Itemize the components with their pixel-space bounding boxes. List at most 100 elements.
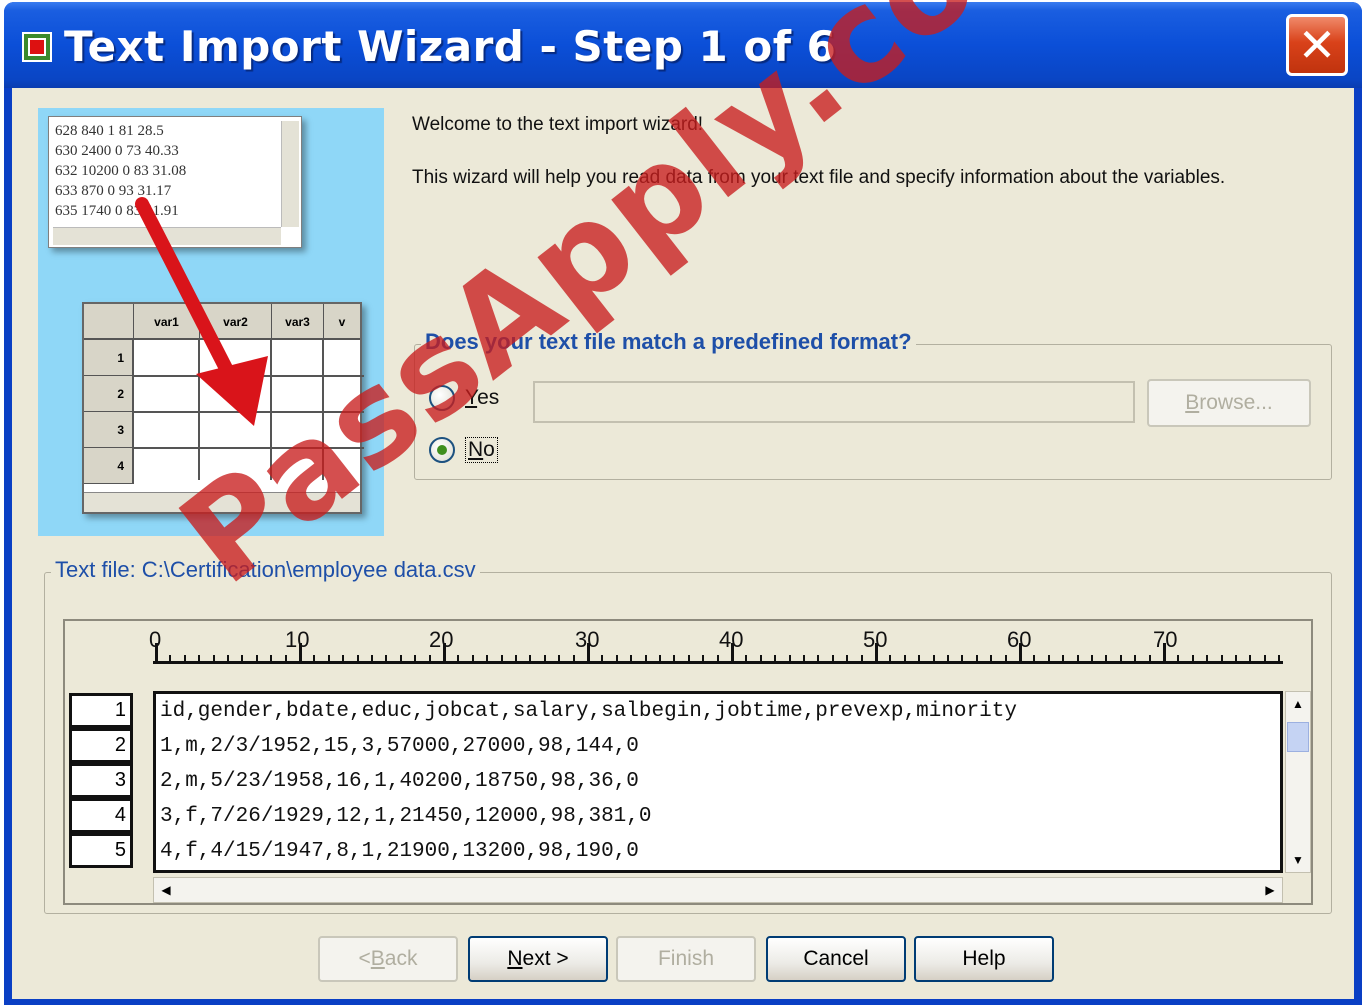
ruler-tick xyxy=(443,643,446,663)
text-data-line: 2,m,5/23/1958,16,1,40200,18750,98,36,0 xyxy=(160,770,639,793)
text-file-legend: Text file: C:\Certification\employee dat… xyxy=(51,557,480,583)
line-number: 3 xyxy=(69,763,133,798)
ruler-tick xyxy=(1119,655,1122,663)
ruler-tick xyxy=(543,655,546,663)
ruler-tick xyxy=(687,655,690,663)
ruler-tick xyxy=(414,655,417,663)
ruler-tick xyxy=(1062,655,1065,663)
ruler-tick xyxy=(399,655,402,663)
ruler-tick xyxy=(1206,655,1209,663)
preview-horizontal-scrollbar[interactable]: ◀ ▶ xyxy=(153,877,1283,903)
close-icon: ✕ xyxy=(1297,18,1337,72)
ruler-tick xyxy=(270,655,273,663)
cancel-button[interactable]: Cancel xyxy=(766,936,906,982)
ruler-tick xyxy=(1004,655,1007,663)
ruler-tick xyxy=(1235,655,1237,663)
finish-button[interactable]: Finish xyxy=(616,936,756,982)
ruler-tick xyxy=(169,655,172,663)
ruler-tick xyxy=(1076,655,1079,663)
ruler-tick xyxy=(702,655,705,663)
ruler-tick xyxy=(731,643,734,663)
scroll-up-arrow-icon[interactable]: ▲ xyxy=(1286,692,1310,716)
next-button[interactable]: Next > xyxy=(468,936,608,982)
text-data-line: id,gender,bdate,educ,jobcat,salary,salbe… xyxy=(160,700,1017,723)
ruler-tick xyxy=(227,655,229,663)
ruler-tick xyxy=(961,655,964,663)
text-data-area[interactable]: id,gender,bdate,educ,jobcat,salary,salbe… xyxy=(153,691,1283,873)
wizard-illustration: 628 840 1 81 28.5 630 2400 0 73 40.33 63… xyxy=(38,108,384,536)
line-number-column: 1 2 3 4 5 xyxy=(69,693,133,868)
close-button[interactable]: ✕ xyxy=(1286,14,1348,76)
ruler-tick xyxy=(198,655,201,663)
text-file-preview: 0 10 20 30 40 50 60 70 1 2 3 4 5 id,gend… xyxy=(63,619,1313,905)
text-data-line: 1,m,2/3/1952,15,3,57000,27000,98,144,0 xyxy=(160,735,639,758)
ruler-tick xyxy=(1134,655,1137,663)
ruler-tick xyxy=(342,655,345,663)
ruler-tick xyxy=(1177,655,1180,663)
ruler-tick xyxy=(572,655,575,663)
back-button[interactable]: < Back xyxy=(318,936,458,982)
help-button[interactable]: Help xyxy=(914,936,1054,982)
ruler-tick xyxy=(241,655,244,663)
ruler-tick xyxy=(313,655,316,663)
ruler-tick xyxy=(644,655,647,663)
ruler-tick xyxy=(889,655,892,663)
ruler-label: 10 xyxy=(285,627,310,652)
ruler-tick xyxy=(486,655,489,663)
ruler-tick xyxy=(327,655,330,663)
ruler-tick xyxy=(745,655,748,663)
ruler-tick xyxy=(601,655,604,663)
scroll-left-arrow-icon[interactable]: ◀ xyxy=(154,878,178,902)
yes-radio-option[interactable]: Yes xyxy=(429,385,499,411)
ruler-tick xyxy=(947,655,949,663)
browse-button[interactable]: Browse... xyxy=(1147,379,1311,427)
ruler-tick xyxy=(558,655,561,663)
yes-radio[interactable] xyxy=(429,385,455,411)
scroll-right-arrow-icon[interactable]: ▶ xyxy=(1258,878,1282,902)
ruler-tick xyxy=(659,655,661,663)
ruler-tick xyxy=(587,643,590,663)
scroll-down-arrow-icon[interactable]: ▼ xyxy=(1286,848,1310,872)
preview-vertical-scrollbar[interactable]: ▲ ▼ xyxy=(1285,691,1311,873)
ruler-label: 20 xyxy=(429,627,454,652)
ruler-tick xyxy=(471,655,474,663)
ruler-tick xyxy=(284,655,287,663)
text-data-line: 4,f,4/15/1947,8,1,21900,13200,98,190,0 xyxy=(160,840,639,863)
red-arrow-icon xyxy=(135,197,268,426)
ruler-tick xyxy=(1148,655,1151,663)
scroll-thumb[interactable] xyxy=(1287,722,1309,752)
wizard-window: Text Import Wizard - Step 1 of 6 ✕ 628 8… xyxy=(4,2,1362,1005)
ruler-tick xyxy=(385,655,388,663)
ruler-tick xyxy=(1033,655,1036,663)
wizard-body: 628 840 1 81 28.5 630 2400 0 73 40.33 63… xyxy=(12,88,1354,999)
title-bar[interactable]: Text Import Wizard - Step 1 of 6 ✕ xyxy=(4,2,1362,88)
ruler-tick xyxy=(975,655,978,663)
no-radio[interactable] xyxy=(429,437,455,463)
ruler-tick xyxy=(774,655,777,663)
welcome-text: Welcome to the text import wizard! xyxy=(412,114,704,135)
text-file-group: Text file: C:\Certification\employee dat… xyxy=(44,557,1332,914)
ruler-tick xyxy=(875,643,878,663)
yes-radio-label[interactable]: Yes xyxy=(465,386,499,410)
format-file-field[interactable] xyxy=(533,381,1135,423)
ruler-tick xyxy=(831,655,834,663)
ruler-tick xyxy=(155,643,158,663)
ruler-tick xyxy=(673,655,676,663)
predefined-format-group: Does your text file match a predefined f… xyxy=(414,329,1332,480)
ruler-tick xyxy=(212,655,215,663)
ruler-tick xyxy=(1105,655,1108,663)
ruler-tick xyxy=(1191,655,1194,663)
no-radio-label[interactable]: No xyxy=(465,437,498,463)
ruler-tick xyxy=(428,655,431,663)
ruler-tick xyxy=(990,655,993,663)
ruler-tick xyxy=(918,655,921,663)
no-radio-option[interactable]: No xyxy=(429,437,498,463)
ruler-tick xyxy=(1278,655,1281,663)
wizard-description: This wizard will help you read data from… xyxy=(412,167,1226,188)
ruler-tick xyxy=(716,655,719,663)
window-title: Text Import Wizard - Step 1 of 6 xyxy=(64,22,837,71)
ruler-tick xyxy=(1163,643,1166,663)
ruler-tick xyxy=(356,655,359,663)
ruler-tick xyxy=(1091,655,1093,663)
ruler-tick xyxy=(846,655,849,663)
